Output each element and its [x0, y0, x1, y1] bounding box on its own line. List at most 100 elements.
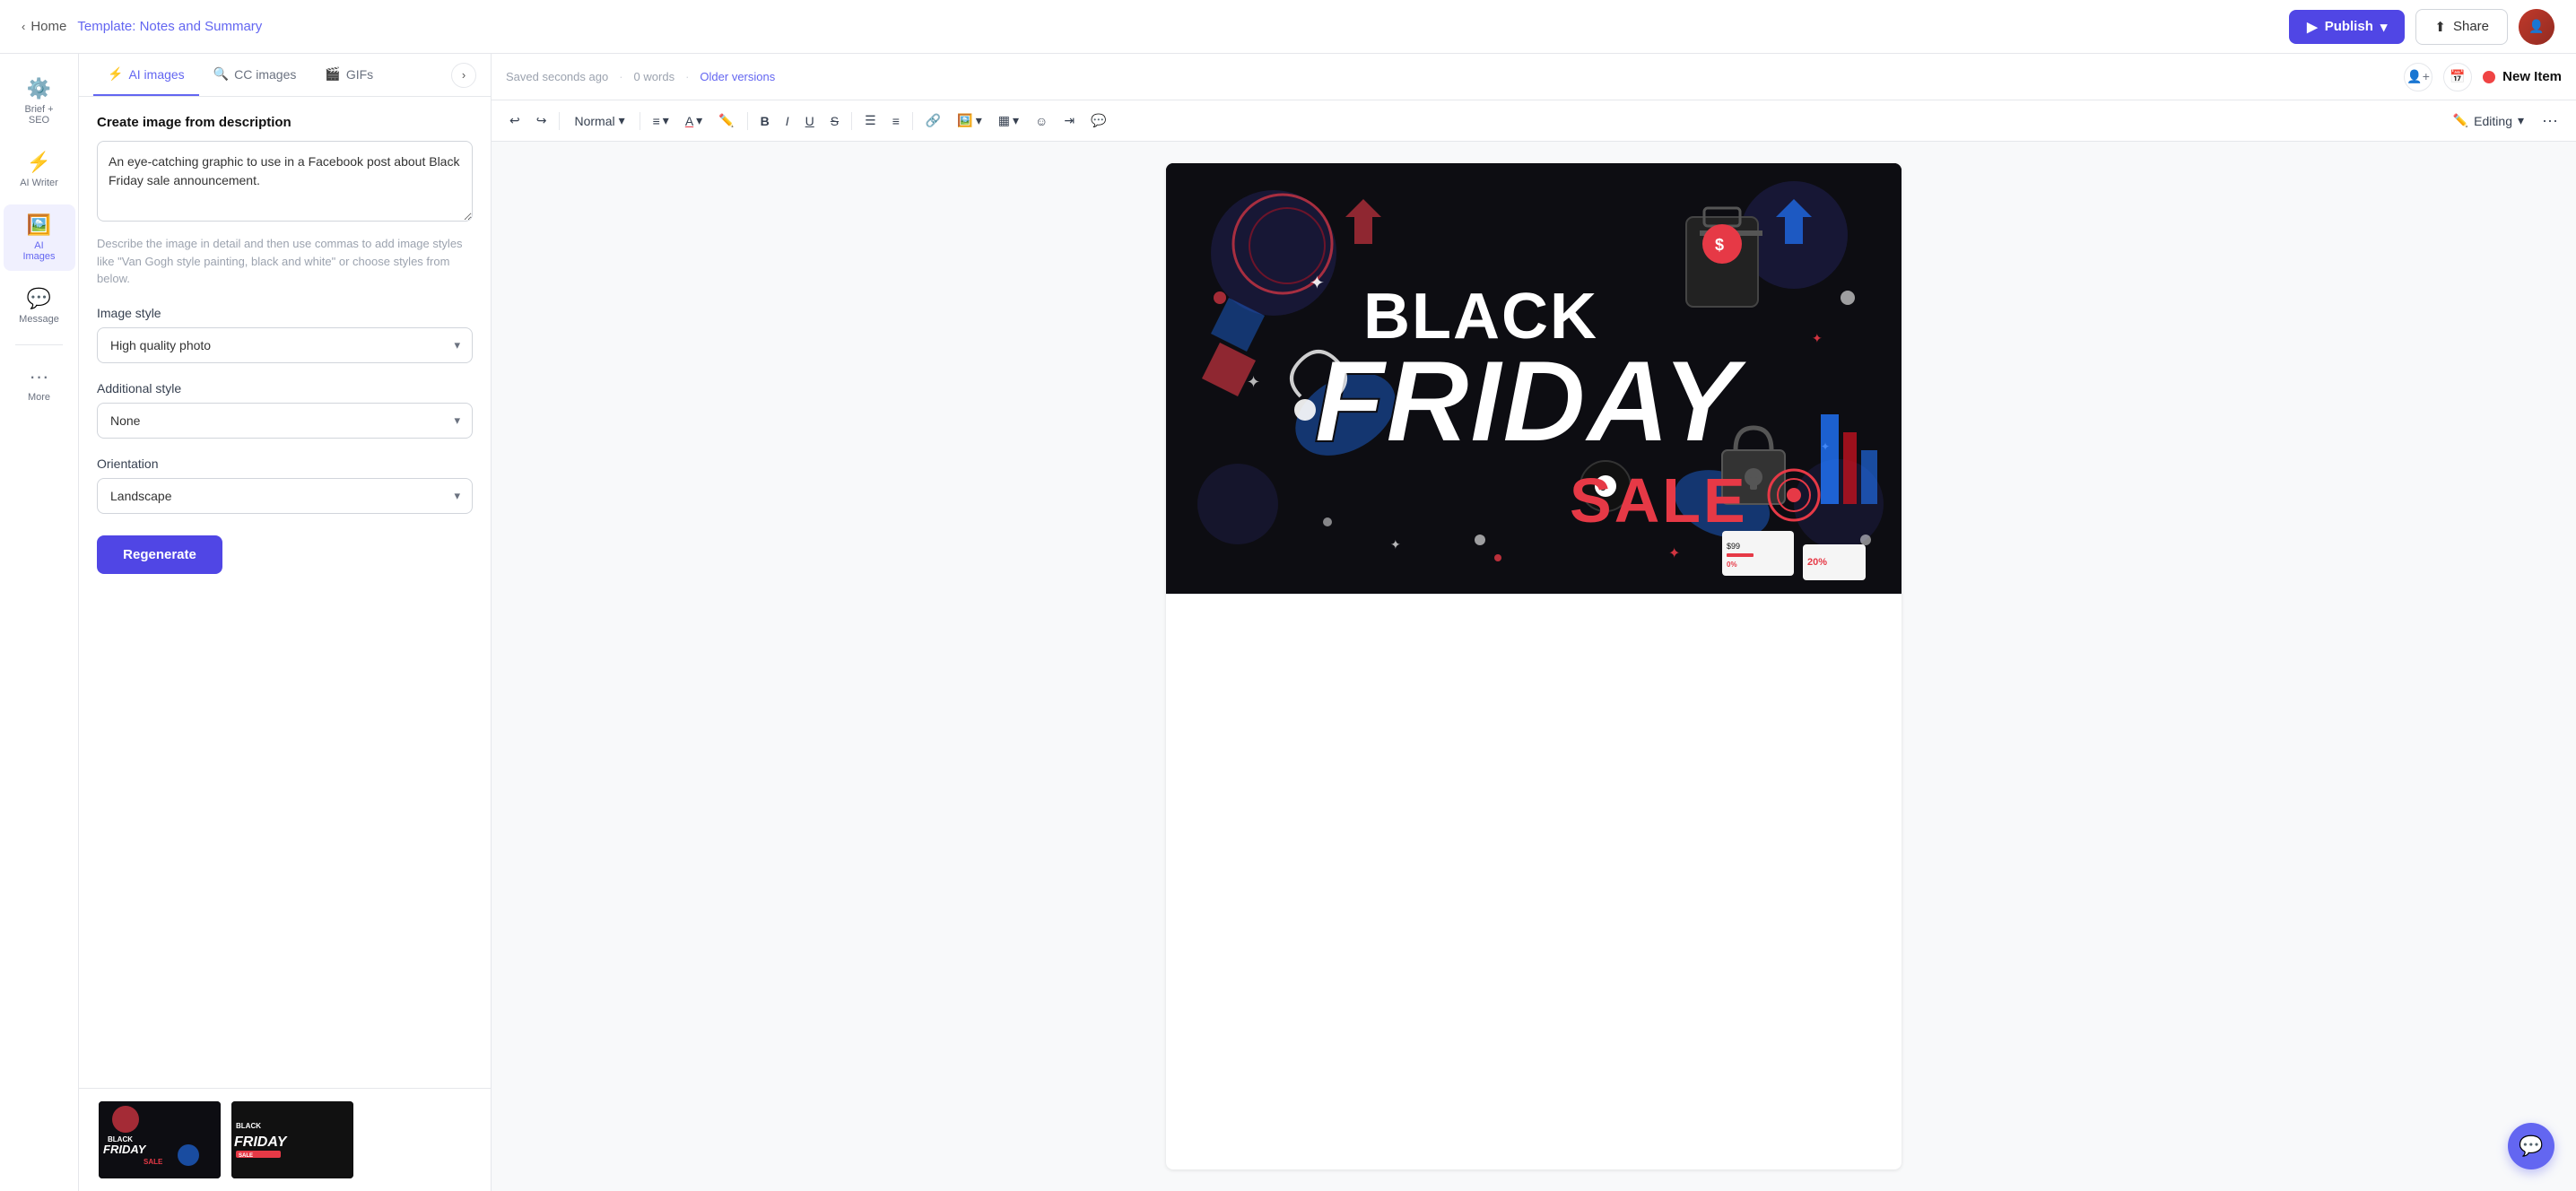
svg-text:SALE: SALE: [144, 1158, 163, 1166]
more-options-icon: ···: [2542, 111, 2558, 129]
highlight-button[interactable]: ✏️: [711, 109, 741, 133]
sidebar-item-label: Message: [19, 314, 59, 325]
thumbnail-2[interactable]: BLACK FRIDAY SALE: [230, 1100, 355, 1180]
thumbnail-1[interactable]: BLACK FRIDAY SALE: [97, 1100, 222, 1180]
share-upload-icon: ⬆: [2434, 19, 2446, 35]
template-label: Template: Notes and Summary: [77, 19, 262, 34]
additional-style-select[interactable]: None Vintage Neon Minimalist Pop art: [97, 403, 473, 439]
orientation-select[interactable]: Landscape Portrait Square: [97, 478, 473, 514]
table-icon: ▦: [998, 113, 1010, 128]
tab-ai-images[interactable]: ⚡ AI images: [93, 54, 199, 96]
tabs-row: ⚡ AI images 🔍 CC images 🎬 GIFs ›: [79, 54, 491, 97]
bullet-list-button[interactable]: ☰: [857, 109, 883, 133]
link-button[interactable]: 🔗: [918, 109, 948, 133]
additional-style-select-wrapper: None Vintage Neon Minimalist Pop art ▾: [97, 403, 473, 439]
add-user-icon: 👤+: [2406, 69, 2430, 84]
text-style-chevron-icon: ▾: [619, 113, 625, 128]
indent-icon: ⇥: [1064, 113, 1075, 128]
orientation-select-wrapper: Landscape Portrait Square ▾: [97, 478, 473, 514]
text-color-icon: A: [685, 114, 693, 128]
helper-text: Describe the image in detail and then us…: [97, 235, 473, 288]
link-icon: 🔗: [926, 113, 941, 128]
additional-style-group: Additional style None Vintage Neon Minim…: [97, 381, 473, 439]
share-label: Share: [2453, 19, 2489, 34]
user-avatar[interactable]: 👤: [2519, 9, 2554, 45]
publish-button[interactable]: ▶ Publish ▾: [2289, 10, 2405, 44]
align-icon: ≡: [653, 114, 660, 128]
ordered-list-button[interactable]: ≡: [885, 109, 907, 133]
underline-button[interactable]: U: [798, 109, 822, 133]
tab-gifs[interactable]: 🎬 GIFs: [310, 54, 387, 96]
calendar-button[interactable]: 📅: [2443, 63, 2472, 91]
new-item-label: New Item: [2502, 69, 2562, 84]
sidebar-item-message[interactable]: 💬 Message: [4, 278, 75, 334]
emoji-icon: ☺: [1035, 114, 1048, 128]
toolbar-separator-5: [912, 112, 913, 130]
svg-text:FRIDAY: FRIDAY: [234, 1134, 288, 1150]
text-color-button[interactable]: A ▾: [678, 109, 709, 133]
canvas-area: ✦ ✦ ✦ ✦ ✦ ✦ ✦ $: [492, 142, 2576, 1191]
chevron-left-icon: ‹: [22, 20, 25, 33]
strikethrough-button[interactable]: S: [823, 109, 846, 133]
image-description-textarea[interactable]: An eye-catching graphic to use in a Face…: [97, 141, 473, 222]
redo-button[interactable]: ↪: [529, 109, 554, 133]
more-icon: ···: [30, 365, 49, 388]
message-icon: 💬: [27, 287, 51, 310]
editing-dropdown[interactable]: ✏️ Editing ▾: [2444, 109, 2533, 133]
sidebar-item-ai-images[interactable]: 🖼️ AI Images: [4, 204, 75, 271]
regenerate-button[interactable]: Regenerate: [97, 535, 222, 574]
editor-meta-right: 👤+ 📅 New Item: [2404, 63, 2562, 91]
editing-label: Editing: [2474, 114, 2512, 128]
canvas-footer: [1166, 594, 1902, 601]
svg-text:✦: ✦: [1247, 373, 1260, 391]
ai-writer-icon: ⚡: [27, 151, 51, 174]
undo-button[interactable]: ↩: [502, 109, 527, 133]
emoji-button[interactable]: ☺: [1028, 109, 1055, 133]
older-versions-link[interactable]: Older versions: [700, 70, 775, 83]
canvas-container: ✦ ✦ ✦ ✦ ✦ ✦ ✦ $: [1166, 163, 1902, 1169]
image-insert-button[interactable]: 🖼️ ▾: [950, 109, 988, 133]
indent-button[interactable]: ⇥: [1057, 109, 1082, 133]
svg-text:✦: ✦: [1390, 537, 1401, 552]
text-style-dropdown[interactable]: Normal ▾: [565, 109, 633, 133]
ai-images-tab-icon: ⚡: [108, 66, 123, 82]
brief-seo-icon: ⚙️: [27, 77, 51, 100]
align-button[interactable]: ≡ ▾: [646, 109, 676, 133]
sidebar-item-ai-writer[interactable]: ⚡ AI Writer: [4, 142, 75, 197]
collapse-panel-button[interactable]: ›: [451, 63, 476, 88]
add-user-button[interactable]: 👤+: [2404, 63, 2432, 91]
sidebar-item-brief-seo[interactable]: ⚙️ Brief + SEO: [4, 68, 75, 135]
image-style-group: Image style High quality photo Illustrat…: [97, 306, 473, 363]
left-panel: ⚡ AI images 🔍 CC images 🎬 GIFs › Create …: [79, 54, 492, 1191]
svg-text:SALE: SALE: [239, 1153, 253, 1159]
tab-cc-images[interactable]: 🔍 CC images: [199, 54, 311, 96]
share-button[interactable]: ⬆ Share: [2415, 9, 2508, 45]
home-label: Home: [30, 19, 66, 34]
comment-icon: 💬: [1091, 113, 1106, 128]
create-section-title: Create image from description: [97, 115, 473, 130]
editor-topbar: Saved seconds ago · 0 words · Older vers…: [492, 54, 2576, 100]
toolbar-more-button[interactable]: ···: [2535, 107, 2565, 135]
comment-button[interactable]: 💬: [1083, 109, 1113, 133]
template-name: Notes and Summary: [140, 19, 263, 34]
tab-gifs-label: GIFs: [346, 67, 373, 82]
table-button[interactable]: ▦ ▾: [991, 109, 1026, 133]
toolbar-separator-1: [559, 112, 560, 130]
tab-cc-images-label: CC images: [234, 67, 296, 82]
svg-text:20%: 20%: [1807, 557, 1827, 568]
home-link[interactable]: ‹ Home: [22, 19, 66, 34]
sidebar-item-more[interactable]: ··· More: [4, 356, 75, 412]
underline-icon: U: [805, 114, 814, 128]
toolbar-separator-3: [747, 112, 748, 130]
chat-bubble-button[interactable]: 💬: [2508, 1123, 2554, 1169]
sidebar-divider: [15, 344, 62, 345]
italic-button[interactable]: I: [779, 109, 796, 133]
additional-style-label: Additional style: [97, 381, 473, 396]
undo-icon: ↩: [509, 113, 520, 128]
bold-button[interactable]: B: [753, 109, 777, 133]
svg-text:✦: ✦: [1668, 546, 1680, 561]
top-bar: ‹ Home Template: Notes and Summary ▶ Pub…: [0, 0, 2576, 54]
image-style-select[interactable]: High quality photo Illustration Painting…: [97, 327, 473, 363]
sidebar-item-label: More: [28, 392, 50, 403]
bold-icon: B: [761, 114, 770, 128]
